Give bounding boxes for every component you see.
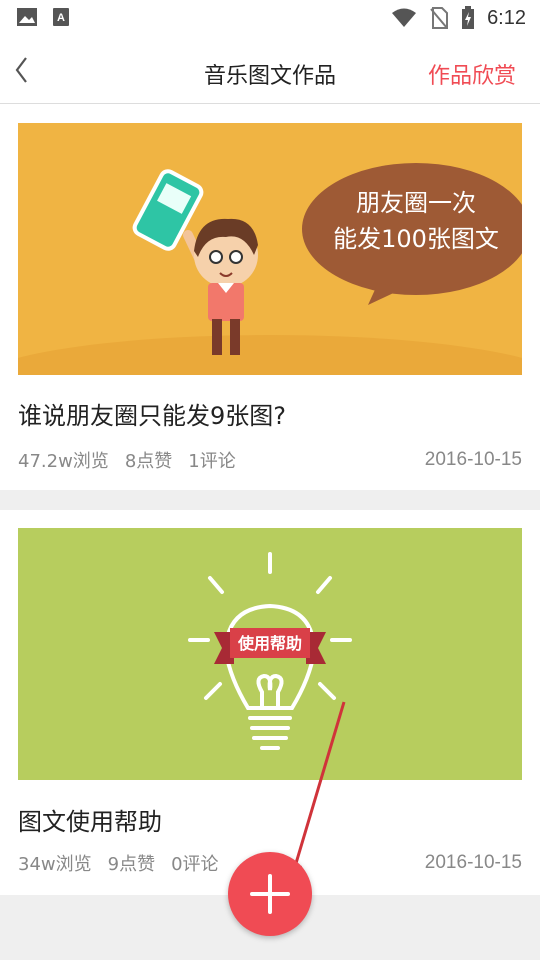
status-time: 6:12 [487,6,526,29]
bubble-line-2: 能发100张图文 [333,225,499,253]
plus-icon [250,874,290,914]
text-a-icon: A [53,8,69,26]
svg-text:A: A [57,12,65,24]
work-views: 34w浏览 [18,854,92,875]
work-likes: 8点赞 [124,451,173,472]
nav-bar: 音乐图文作品 作品欣赏 [0,36,540,104]
work-cover-image[interactable]: 使用帮助 [18,528,522,780]
image-icon [17,8,37,26]
cover-banner-text: 使用帮助 [237,634,302,653]
work-likes: 9点赞 [107,854,156,875]
work-card[interactable]: 使用帮助 图文使用帮助 34w浏览 9点赞 0评论 2016-10-15 [0,510,540,895]
no-sim-icon [430,7,449,29]
work-stats: 47.2w浏览 8点赞 1评论 [18,447,236,473]
work-views: 47.2w浏览 [18,451,109,472]
work-stats: 34w浏览 9点赞 0评论 [18,850,219,876]
work-date: 2016-10-15 [424,449,522,470]
add-work-button[interactable] [228,852,312,936]
work-comments: 0评论 [171,854,219,875]
work-title[interactable]: 谁说朋友圈只能发9张图? [18,396,286,431]
work-comments: 1评论 [188,451,236,472]
battery-charging-icon [462,6,475,29]
work-date: 2016-10-15 [424,852,522,873]
work-cover-image[interactable]: 朋友圈一次 能发100张图文 [18,123,522,375]
work-title[interactable]: 图文使用帮助 [18,802,162,837]
wifi-icon [392,8,417,27]
work-card[interactable]: 朋友圈一次 能发100张图文 谁说朋友圈只能发9张图? 47.2w浏览 8点赞 … [0,104,540,490]
works-gallery-link[interactable]: 作品欣赏 [428,58,516,90]
bubble-line-1: 朋友圈一次 [356,189,476,217]
status-bar: A 6:12 [0,0,540,36]
